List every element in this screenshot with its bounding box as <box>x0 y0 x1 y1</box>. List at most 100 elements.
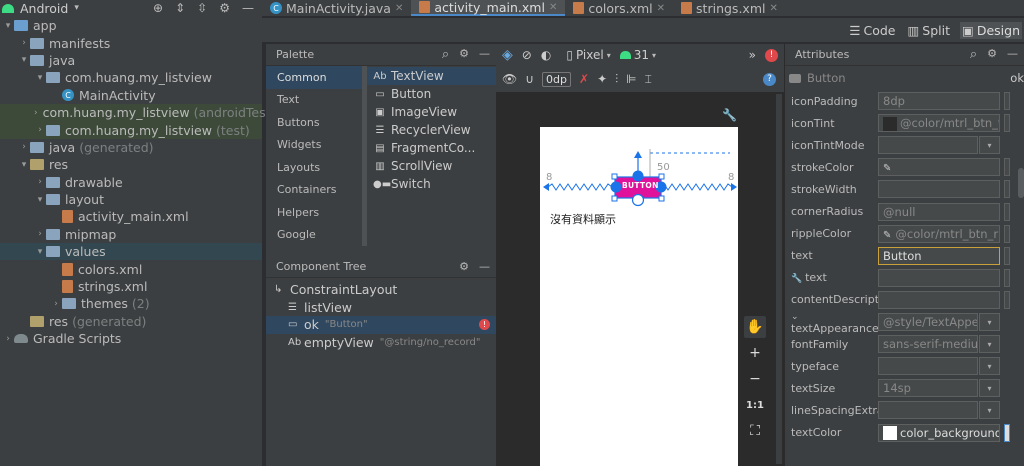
project-tree-item[interactable]: › com.huang.my_listview (test) <box>0 121 262 139</box>
project-tree-item[interactable]: ▾ com.huang.my_listview <box>0 69 262 86</box>
gear-icon[interactable]: ⚙ <box>987 47 997 62</box>
color-swatch[interactable] <box>883 116 897 131</box>
resource-picker-button[interactable] <box>1004 423 1010 442</box>
project-tree-item[interactable]: res (generated) <box>0 313 262 330</box>
magnet-icon[interactable]: ∪ <box>525 72 534 86</box>
palette-item[interactable]: ▥ ScrollView <box>367 157 496 175</box>
distribute-icon[interactable]: ⌶ <box>645 72 652 87</box>
search-icon[interactable]: ⌕ <box>970 47 977 62</box>
component-tree-row[interactable]: ☰ listView <box>266 299 496 317</box>
project-tree-item[interactable]: activity_main.xml <box>0 208 262 225</box>
left-anchor[interactable] <box>610 181 622 193</box>
attributes-scrollbar[interactable] <box>1018 168 1024 198</box>
palette-item[interactable]: ☰ RecyclerView <box>367 121 496 139</box>
close-icon[interactable]: ✕ <box>657 3 665 14</box>
resource-picker-button[interactable] <box>1004 268 1010 287</box>
zoom-out-icon[interactable]: − <box>744 368 766 390</box>
color-swatch[interactable] <box>883 426 897 440</box>
code-view-button[interactable]: ☰ Code <box>847 22 897 39</box>
design-scrollbar[interactable] <box>776 94 782 464</box>
editor-tab[interactable]: C MainActivity.java ✕ <box>262 0 411 16</box>
attribute-value-field[interactable] <box>878 180 1000 199</box>
attribute-value-field[interactable]: @color/mtrl_btn_te <box>878 114 1000 133</box>
bottom-anchor[interactable] <box>631 193 645 207</box>
resource-picker-button[interactable] <box>1004 92 1010 110</box>
project-tree-item[interactable]: ▾ java <box>0 52 262 69</box>
attribute-value-field[interactable]: sans-serif-mediur <box>878 335 978 354</box>
chevron-down-icon[interactable]: ▾ <box>74 3 79 13</box>
infer-constraints-icon[interactable]: ✦ <box>597 72 607 86</box>
device-preview[interactable]: 8 8 50 BUTTON 沒有資料顯示 <box>540 127 738 466</box>
help-icon[interactable]: ? <box>763 72 776 86</box>
dropdown-button[interactable]: ▾ <box>979 379 1000 398</box>
chevron-icon[interactable]: › <box>34 125 46 135</box>
collapse-all-icon[interactable]: ⇳ <box>197 1 207 15</box>
attribute-value-field[interactable] <box>878 290 1000 309</box>
orientation-icon[interactable]: ⊘ <box>522 48 532 62</box>
palette-item[interactable]: Ab TextView <box>367 67 496 85</box>
palette-category[interactable]: Common <box>266 66 362 89</box>
resource-picker-button[interactable] <box>1004 202 1010 221</box>
minimize-icon[interactable]: — <box>479 47 490 62</box>
attribute-value-field[interactable]: 14sp <box>878 379 978 398</box>
project-tree-item[interactable]: › mipmap <box>0 226 262 243</box>
palette-category[interactable]: Text <box>266 89 362 112</box>
expand-all-icon[interactable]: ⇕ <box>175 1 185 15</box>
resource-picker-button[interactable] <box>1004 246 1010 265</box>
project-tree-item[interactable]: › com.huang.my_listview (androidTest) <box>0 103 275 122</box>
minimize-icon[interactable]: — <box>479 260 490 273</box>
close-icon[interactable]: ✕ <box>395 3 403 14</box>
api-selector[interactable]: 31 ▾ <box>619 48 656 62</box>
attribute-value-field[interactable] <box>878 136 978 155</box>
palette-item[interactable]: ▭ Button <box>367 85 496 103</box>
chevron-icon[interactable]: › <box>34 229 46 239</box>
chevron-icon[interactable]: ▾ <box>18 55 30 65</box>
dropdown-button[interactable]: ▾ <box>979 401 1000 420</box>
project-tree-item[interactable]: C MainActivity <box>0 87 262 104</box>
chevron-icon[interactable]: ▾ <box>18 160 30 170</box>
chevron-icon[interactable]: › <box>34 108 38 118</box>
palette-category[interactable]: Helpers <box>266 201 362 224</box>
attribute-value-field[interactable]: 8dp <box>878 92 1000 110</box>
attribute-value-field[interactable]: color_background <box>878 423 1000 442</box>
eye-icon[interactable]: 👁 <box>502 72 517 86</box>
project-tree-item[interactable]: › drawable <box>0 174 262 191</box>
project-tree-item[interactable]: › java (generated) <box>0 139 262 156</box>
editor-tab[interactable]: activity_main.xml ✕ <box>411 0 566 16</box>
dropdown-button[interactable]: ▾ <box>979 335 1000 354</box>
attribute-value-field[interactable]: @style/TextAppe: <box>878 313 978 331</box>
error-icon[interactable]: ! <box>765 48 778 62</box>
component-tree-row[interactable]: Ab emptyView "@string/no_record" <box>266 334 496 352</box>
project-tree-item[interactable]: colors.xml <box>0 260 262 277</box>
chevron-icon[interactable]: › <box>34 177 46 187</box>
clear-constraints-icon[interactable]: ✗ <box>579 72 589 86</box>
resource-picker-button[interactable] <box>1004 114 1010 133</box>
palette-category[interactable]: Widgets <box>266 134 362 157</box>
crosshair-icon[interactable]: ⊕ <box>153 1 163 15</box>
attribute-value-field[interactable] <box>878 357 978 376</box>
pan-icon[interactable]: ✋ <box>744 316 766 338</box>
attribute-value-field[interactable] <box>878 268 1000 287</box>
color-picker-icon[interactable]: ✎ <box>883 163 891 174</box>
component-tree-row[interactable]: ▭ ok "Button"! <box>266 316 496 334</box>
attribute-value-field[interactable]: @null <box>878 202 1000 221</box>
chevron-icon[interactable]: ▾ <box>2 21 14 31</box>
minimize-icon[interactable]: — <box>242 1 254 15</box>
guidelines-icon[interactable]: ⫶ <box>615 72 618 87</box>
palette-category[interactable]: Layouts <box>266 156 362 179</box>
project-tree-item[interactable]: › themes (2) <box>0 295 262 312</box>
project-tree-item[interactable]: › Gradle Scripts <box>0 330 262 347</box>
layers-icon[interactable]: ◈ <box>502 47 513 63</box>
search-icon[interactable]: ⌕ <box>442 47 449 62</box>
gear-icon[interactable]: ⚙ <box>459 260 469 273</box>
project-view-selector[interactable]: Android <box>20 1 68 16</box>
project-tree-item[interactable]: ▾ values <box>0 243 262 261</box>
design-view-button[interactable]: ▣ Design <box>960 21 1022 39</box>
resource-picker-button[interactable] <box>1004 224 1010 243</box>
gear-icon[interactable]: ⚙ <box>219 1 230 15</box>
default-margin-field[interactable]: 0dp <box>542 71 571 87</box>
palette-item[interactable]: ▤ FragmentCo... <box>367 139 496 157</box>
more-icon[interactable]: » <box>749 48 756 62</box>
night-mode-icon[interactable]: ◐ <box>541 48 551 62</box>
chevron-icon[interactable]: › <box>50 299 62 309</box>
